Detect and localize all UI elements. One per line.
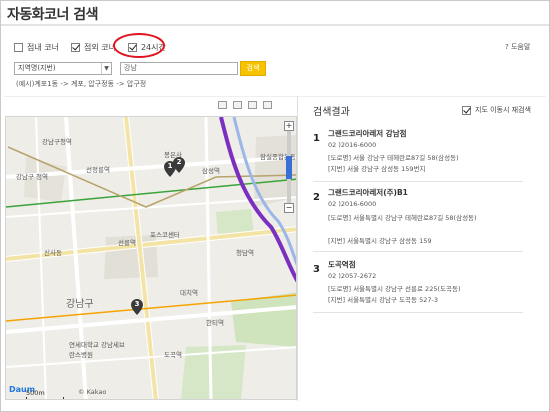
map-marker-2[interactable]: 2 (173, 157, 185, 173)
map-label-gangnam-gu: 강남구 (66, 299, 94, 310)
zoom-slider-fill (286, 156, 292, 179)
save-icon[interactable] (218, 101, 227, 109)
map-label-sinsa: 신사동 (44, 249, 62, 257)
result-phone: 02 )2016-6000 (328, 200, 377, 208)
copy-icon[interactable] (248, 101, 257, 109)
result-phone: 02 )2057-2672 (328, 272, 377, 280)
zoom-slider[interactable] (286, 131, 292, 203)
result-divider (313, 312, 523, 313)
result-road-address: [도로명] 서울특별시 강남구 선릉로 225(도곡동) (328, 285, 461, 293)
checkbox-indoor[interactable] (14, 42, 23, 52)
map-marker-3[interactable]: 3 (131, 299, 143, 315)
map-label-seonjeongneung: 선정릉역 (86, 166, 110, 174)
result-phone: 02 )2016-6000 (328, 141, 377, 149)
auto-search-label: 지도 이동시 재검색 (475, 106, 531, 114)
result-name[interactable]: 그랜드코리아레저 강남점 (328, 128, 407, 139)
filter-outdoor-label: 점외 코너 (83, 42, 116, 52)
zoom-control: + − (284, 121, 294, 219)
map-label-hanti: 한티역 (206, 319, 224, 327)
search-example-text: (예시)계포1동 -> 계포, 압구정동 -> 압구정 (16, 80, 147, 88)
filter-outdoor[interactable]: 점외 코너 (70, 42, 116, 53)
map-label-daechi: 대치역 (180, 289, 198, 297)
map-label-posco: 포스코센터 (150, 231, 180, 239)
checkbox-outdoor[interactable] (70, 42, 80, 52)
map-marker-2-number: 2 (176, 158, 182, 166)
result-lot-address: [지번] 서울 강남구 삼성동 159번지 (328, 165, 426, 173)
chevron-down-icon[interactable]: ▼ (101, 63, 111, 74)
result-divider (313, 251, 523, 252)
filter-indoor-label: 점내 코너 (27, 42, 59, 52)
result-number: 2 (313, 192, 320, 203)
map-background (6, 117, 296, 399)
divider-vertical (297, 96, 298, 401)
result-lot-address: [지번] 서울특별시 강남구 도곡동 527-3 (328, 296, 438, 304)
map-label-seolleung: 선릉역 (118, 239, 136, 247)
map-scalebar: 500m (26, 389, 64, 399)
divider-horizontal (4, 96, 546, 97)
map-label-samseong: 삼성역 (202, 167, 220, 175)
search-input[interactable]: 강남 (120, 62, 238, 75)
map-label-cheongdam: 청담역 (236, 249, 254, 257)
share-icon[interactable] (263, 101, 272, 109)
results-title: 검색결과 (313, 107, 350, 118)
result-lot-address: [지번] 서울특별시 강남구 삼성동 159 (328, 237, 432, 245)
result-number: 3 (313, 264, 320, 275)
result-name[interactable]: 도곡역점 (328, 259, 356, 270)
map-scalebar-line (26, 397, 64, 399)
auto-search-toggle[interactable]: 지도 이동시 재검색 (462, 105, 531, 115)
map-marker-3-number: 3 (134, 300, 140, 308)
map-label-gangnam-gucheong: 강남구청역 (42, 138, 72, 146)
map-scalebar-label: 500m (26, 389, 45, 397)
zoom-in-button[interactable]: + (284, 121, 294, 131)
search-button[interactable]: 검색 (240, 61, 266, 76)
map-label-hangnam: 강남구 청역 (16, 173, 48, 181)
filter-indoor[interactable]: 점내 코너 (14, 42, 59, 53)
map-copyright: © Kakao (78, 388, 107, 396)
result-road-address: [도로명] 서울 강남구 테헤란로87길 58(삼성동) (328, 154, 459, 162)
result-road-address: [도로명] 서울특별시 강남구 테헤란로87길 58(삼성동) (328, 214, 477, 222)
search-row: 지역명(지번) ▼ 강남 검색 (14, 61, 266, 76)
map-toolbar (218, 101, 272, 109)
result-divider (313, 181, 523, 182)
page-title: 자동화코너 검색 (7, 7, 99, 23)
auto-search-checkbox[interactable] (462, 105, 471, 115)
map-label-dogok: 도곡역 (164, 351, 182, 359)
highlight-circle (113, 33, 165, 58)
map-view[interactable]: 강남구청역 강남구 청역 선정릉역 봉은사 잠실종합운동장 선릉역 신사동 포스… (5, 116, 297, 400)
result-number: 1 (313, 133, 320, 144)
print-icon[interactable] (233, 101, 242, 109)
page-header: 자동화코너 검색 (1, 1, 549, 26)
map-label-yonsei: 연세대학교 강남세브란스병원 (69, 341, 125, 359)
region-select[interactable]: 지역명(지번) ▼ (14, 62, 112, 75)
region-select-value: 지역명(지번) (18, 64, 56, 72)
zoom-out-button[interactable]: − (284, 203, 294, 213)
result-name[interactable]: 그랜드코리아레저(주)B1 (328, 187, 408, 198)
help-link[interactable]: ? 도움말 (505, 42, 530, 52)
